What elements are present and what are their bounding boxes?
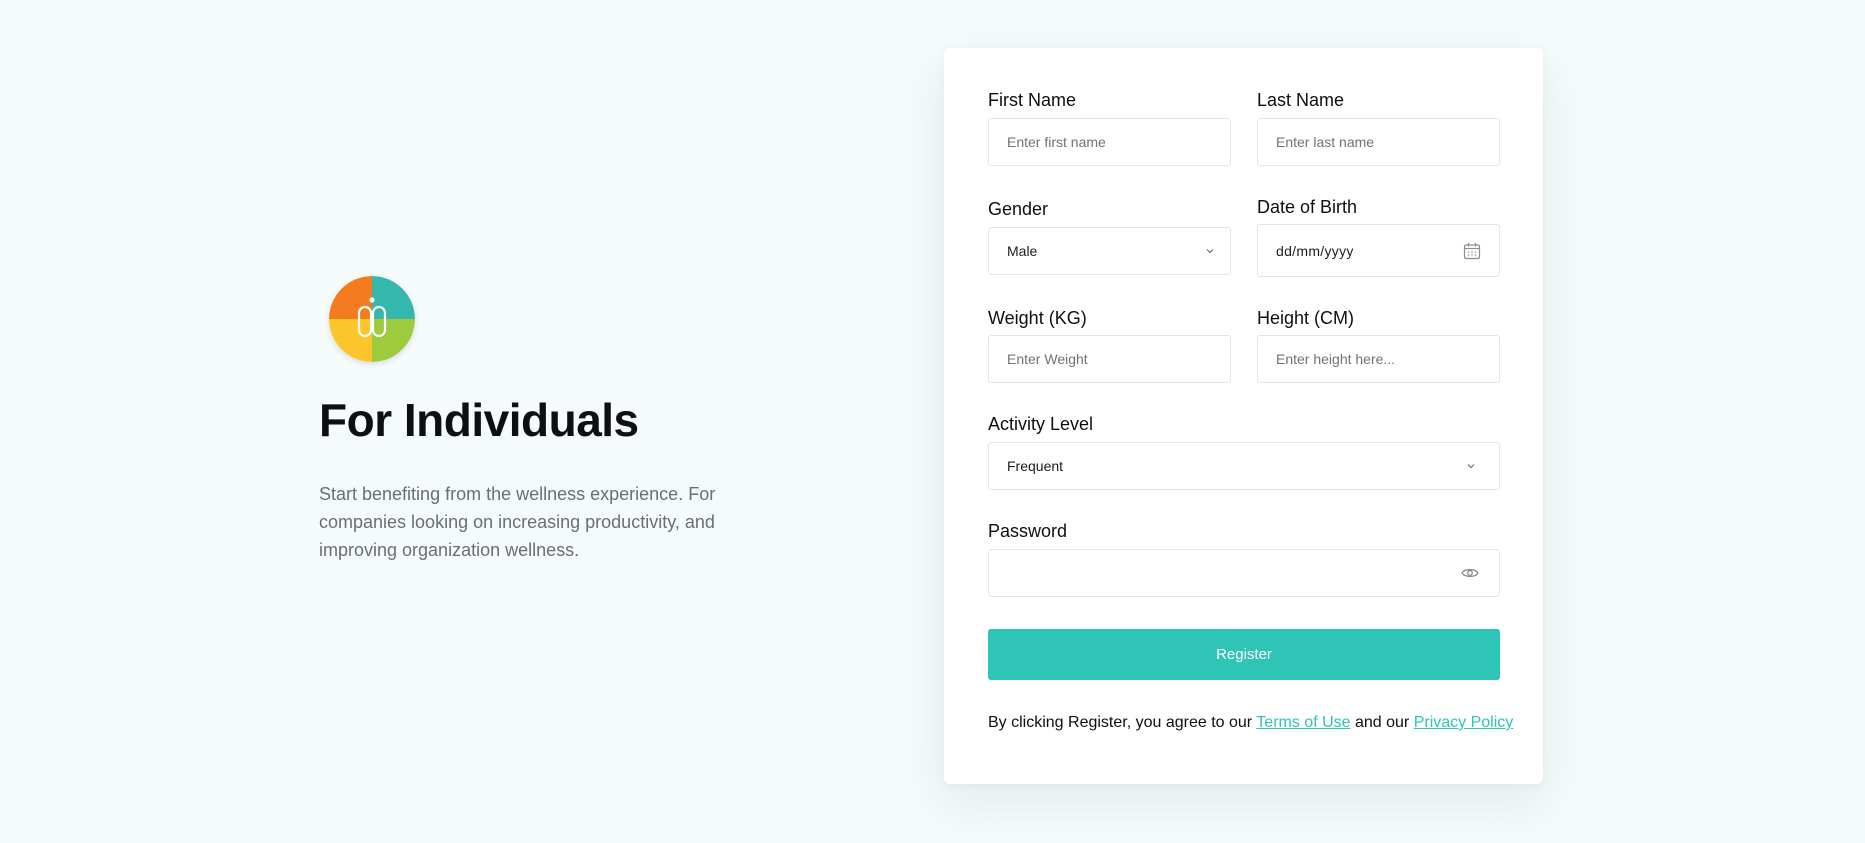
hero-section: For Individuals Start benefiting from th…: [319, 276, 789, 564]
height-placeholder: Enter height here...: [1276, 351, 1396, 367]
wellness-logo-icon: [329, 276, 415, 362]
chevron-down-icon: [1467, 464, 1475, 469]
gender-selected-value: Male: [1007, 243, 1038, 259]
last-name-label: Last Name: [1257, 90, 1345, 110]
last-name-placeholder: Enter last name: [1276, 134, 1375, 150]
page-description: Start benefiting from the wellness exper…: [319, 484, 716, 560]
page-title: For Individuals: [319, 394, 639, 446]
password-input[interactable]: [988, 549, 1500, 597]
first-name-placeholder: Enter first name: [1007, 134, 1106, 150]
dob-placeholder: dd/mm/yyyy: [1276, 242, 1354, 259]
eye-icon[interactable]: [1461, 566, 1479, 580]
dob-label: Date of Birth: [1257, 197, 1358, 217]
register-button[interactable]: Register: [988, 629, 1500, 680]
last-name-input[interactable]: Enter last name: [1257, 118, 1500, 166]
password-label: Password: [988, 521, 1068, 541]
registration-card: First Name Enter first name Last Name En…: [944, 48, 1543, 784]
terms-prefix: By clicking Register, you agree to our: [988, 714, 1257, 731]
calendar-icon[interactable]: [1463, 242, 1481, 260]
activity-level-label: Activity Level: [988, 414, 1094, 434]
activity-level-select[interactable]: Frequent: [988, 442, 1500, 490]
dob-input[interactable]: dd/mm/yyyy: [1257, 224, 1500, 277]
terms-notice: By clicking Register, you agree to our T…: [988, 713, 1513, 733]
gender-label: Gender: [988, 199, 1049, 219]
height-label: Height (CM): [1257, 308, 1355, 328]
activity-level-selected-value: Frequent: [1007, 458, 1064, 474]
terms-of-use-link[interactable]: Terms of Use: [1256, 714, 1350, 731]
first-name-label: First Name: [988, 90, 1077, 110]
gender-select[interactable]: Male: [988, 227, 1231, 275]
weight-label: Weight (KG): [988, 308, 1087, 328]
terms-middle: and our: [1350, 714, 1414, 731]
weight-placeholder: Enter Weight: [1007, 351, 1088, 367]
first-name-input[interactable]: Enter first name: [988, 118, 1231, 166]
height-input[interactable]: Enter height here...: [1257, 335, 1500, 383]
privacy-policy-link[interactable]: Privacy Policy: [1414, 714, 1514, 731]
weight-input[interactable]: Enter Weight: [988, 335, 1231, 383]
chevron-down-icon: [1206, 249, 1214, 254]
